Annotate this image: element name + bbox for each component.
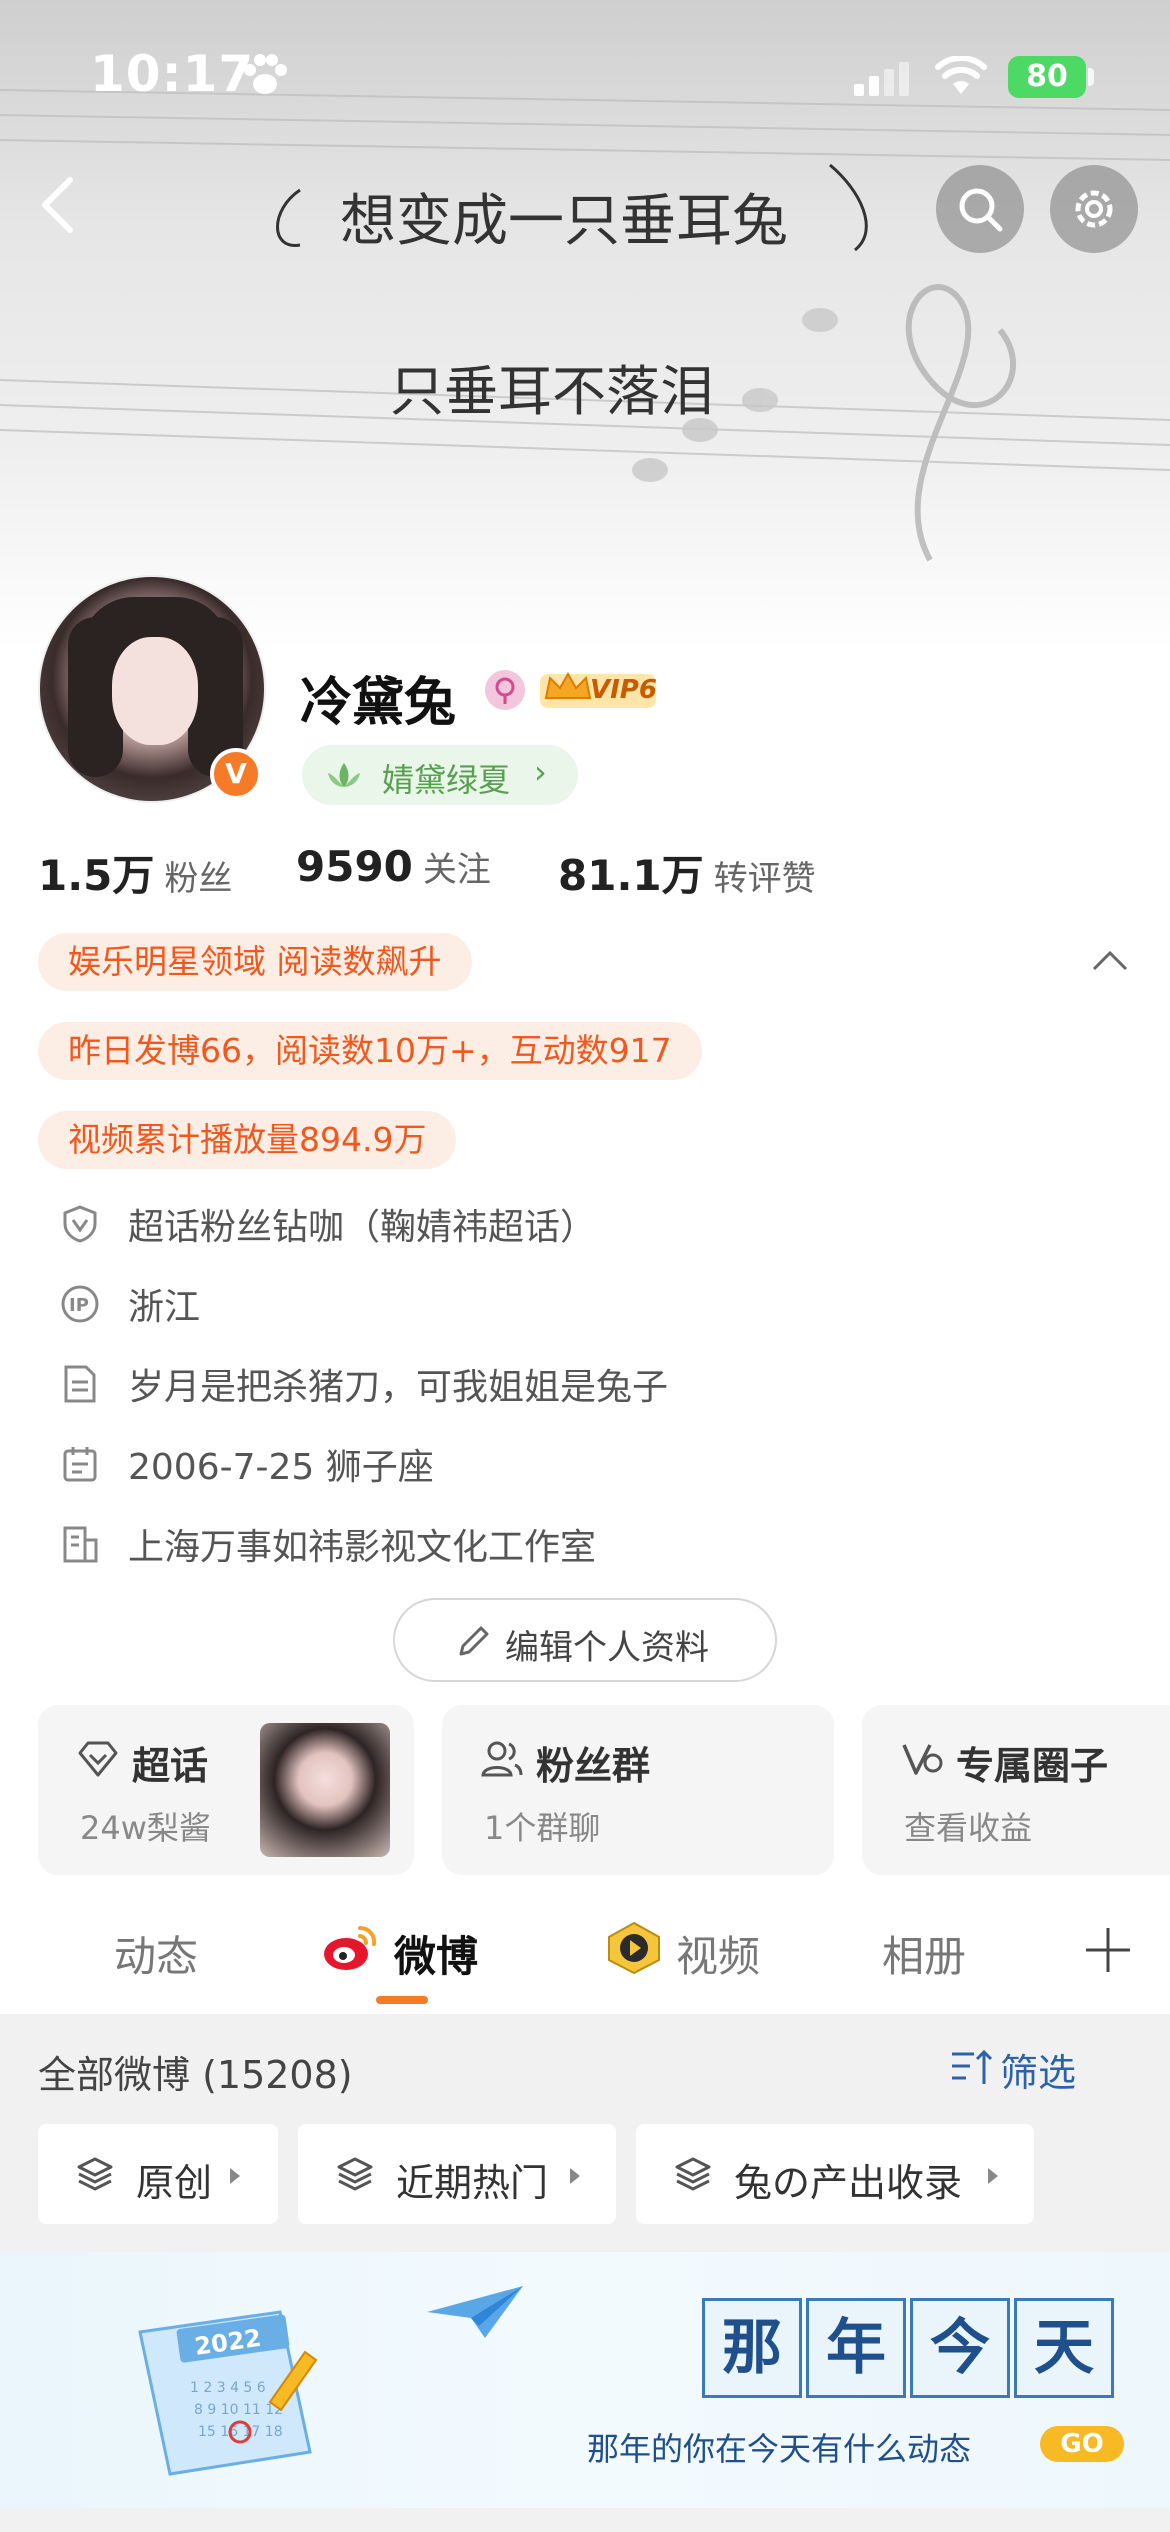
info-row-bio: 岁月是把杀猪刀，可我姐姐是兔子 (60, 1356, 1110, 1412)
hot-tag-yesterday[interactable]: 昨日发博66，阅读数10万+，互动数917 (38, 1022, 702, 1080)
info-row-birthday: 2006-7-25 狮子座 (60, 1436, 1110, 1492)
weibo-logo-icon (324, 1925, 377, 1970)
chip-original-label: 原创 (136, 2161, 213, 2205)
back-chevron-icon[interactable] (30, 170, 90, 240)
chevron-right-icon: › (534, 753, 547, 791)
vip-label: VIP6 (590, 675, 657, 705)
chip-recent-hot-label: 近期热门 (396, 2161, 549, 2205)
promo-char-3: 今 (910, 2298, 1010, 2398)
card-fan-group-sub: 1个群聊 (484, 1809, 601, 1847)
status-bar: 10:17 80 (0, 0, 1170, 150)
triangle-right-icon (230, 2168, 240, 2184)
profile-name: 冷黛兔 (300, 673, 457, 733)
promo-go-button[interactable]: GO (1040, 2426, 1124, 2462)
wifi-icon (935, 56, 987, 94)
diamond-icon (78, 1741, 118, 1777)
tab-activity[interactable]: 动态 (114, 1923, 198, 1984)
v-circle-icon (902, 1744, 943, 1775)
settings-button[interactable] (1050, 165, 1138, 253)
stat-interactions[interactable]: 81.1万 转评赞 (558, 842, 816, 903)
card-supertopic-sub: 24w梨酱 (80, 1809, 211, 1847)
search-button[interactable] (936, 165, 1024, 253)
plus-icon[interactable] (1082, 1924, 1134, 1976)
filter-button[interactable]: 筛选 (952, 2042, 1077, 2097)
profile-banner: 想变成一只垂耳兔 只垂耳不落泪 10:17 80 (0, 0, 1170, 650)
document-icon (64, 1365, 96, 1403)
card-exclusive-circle[interactable]: 专属圈子 查看收益 (862, 1705, 1170, 1875)
card-circle-title: 专属圈子 (956, 1744, 1109, 1788)
svg-text:15 16 17 18: 15 16 17 18 (198, 2424, 283, 2440)
hot-tag-video[interactable]: 视频累计播放量894.9万 (38, 1111, 457, 1169)
stat-following[interactable]: 9590 关注 (296, 842, 491, 891)
info-row-company: 上海万事如祎影视文化工作室 (60, 1516, 1110, 1572)
filter-label: 筛选 (1000, 2051, 1077, 2095)
svg-text:IP: IP (69, 1295, 89, 1316)
promo-char-4: 天 (1014, 2298, 1114, 2398)
svg-text:8 9 10 11 12: 8 9 10 11 12 (194, 2402, 283, 2418)
edit-profile-button[interactable]: 编辑个人资料 (393, 1598, 777, 1682)
verified-badge: V (210, 748, 262, 800)
layers-icon (77, 2157, 113, 2191)
ip-icon: IP (61, 1285, 99, 1323)
battery-tip (1088, 68, 1094, 86)
building-icon (63, 1526, 98, 1563)
calendar-icon (63, 1447, 97, 1482)
chip-collection[interactable]: 兔の产出收录 (636, 2124, 1034, 2224)
triangle-right-icon (570, 2168, 580, 2184)
filter-sort-icon (952, 2049, 993, 2084)
info-row-supertopic: 超话粉丝钻咖（鞠婧祎超话） (60, 1196, 1110, 1252)
fan-tag-label: 婧黛绿夏 (382, 761, 511, 799)
shield-v-icon (63, 1205, 97, 1243)
signal-icon (854, 62, 909, 96)
triangle-right-icon (988, 2168, 998, 2184)
banner-handwriting-1: 想变成一只垂耳兔 (340, 189, 788, 254)
card-fan-group[interactable]: 粉丝群 1个群聊 (442, 1705, 834, 1875)
hot-tag-domain[interactable]: 娱乐明星领域 阅读数飙升 (38, 933, 472, 991)
active-tab-indicator (376, 1996, 428, 2004)
profile-stats: 1.5万 粉丝 9590 关注 81.1万 转评赞 (38, 842, 1138, 902)
feed-title: 全部微博 (15208) (38, 2053, 353, 2097)
pencil-icon (459, 1626, 489, 1656)
supertopic-thumbnail (260, 1723, 390, 1857)
chip-original[interactable]: 原创 (38, 2124, 278, 2224)
fan-tag-pill[interactable]: 婧黛绿夏 › (302, 745, 578, 805)
chip-collection-label: 兔の产出收录 (734, 2161, 963, 2205)
feed-section: 全部微博 (15208) 筛选 原创 近期热门 兔の产出收录 2022 1 2 … (0, 2014, 1170, 2532)
info-row-ip: IP 浙江 (60, 1276, 1110, 1332)
layers-icon (337, 2157, 373, 2191)
video-logo-icon (608, 1921, 660, 1975)
tab-weibo[interactable]: 微博 (394, 1923, 478, 1984)
group-icon (481, 1741, 523, 1777)
memory-promo-banner[interactable]: 2022 1 2 3 4 5 68 9 10 11 12 15 16 17 18 … (0, 2252, 1170, 2508)
search-icon (959, 188, 1003, 232)
chevron-up-icon[interactable] (1090, 945, 1130, 975)
paw-icon (244, 54, 287, 94)
card-circle-sub: 查看收益 (904, 1809, 1033, 1847)
stat-followers[interactable]: 1.5万 粉丝 (38, 842, 232, 903)
card-supertopic[interactable]: 超话 24w梨酱 (38, 1705, 414, 1875)
calendar-illustration-icon: 2022 1 2 3 4 5 68 9 10 11 1215 16 17 18 (138, 2310, 318, 2476)
promo-char-1: 那 (702, 2298, 802, 2398)
card-fan-group-title: 粉丝群 (536, 1744, 651, 1788)
promo-char-2: 年 (806, 2298, 906, 2398)
battery-indicator: 80 (1008, 56, 1086, 98)
lotus-icon (328, 763, 360, 787)
layers-icon (675, 2157, 711, 2191)
chip-recent-hot[interactable]: 近期热门 (298, 2124, 616, 2224)
promo-subtitle: 那年的你在今天有什么动态 (587, 2430, 972, 2468)
status-time: 10:17 (90, 45, 255, 103)
paper-plane-icon (427, 2286, 523, 2338)
svg-text:1 2 3 4 5 6: 1 2 3 4 5 6 (190, 2380, 266, 2396)
tab-album[interactable]: 相册 (882, 1923, 966, 1984)
female-icon (485, 670, 525, 710)
card-supertopic-title: 超话 (132, 1744, 209, 1788)
tab-video[interactable]: 视频 (676, 1923, 760, 1984)
gear-icon (1075, 190, 1113, 228)
banner-handwriting-2: 只垂耳不落泪 (390, 360, 714, 423)
